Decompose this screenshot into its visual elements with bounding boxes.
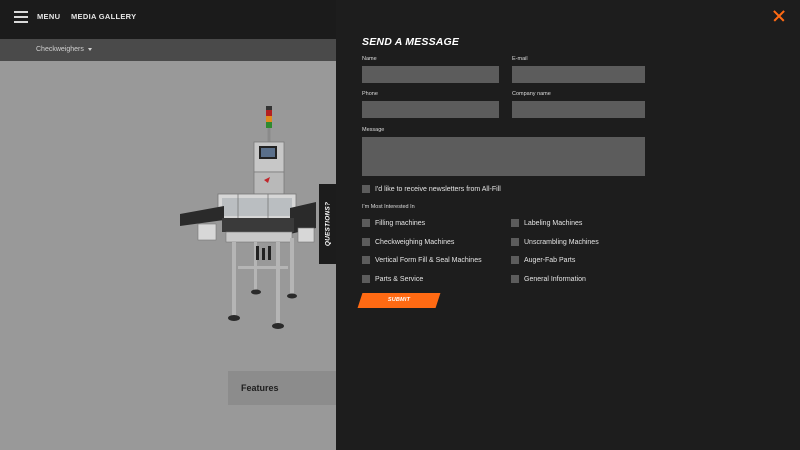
company-name-field[interactable] (512, 101, 645, 118)
interest-option[interactable]: Filling machines (362, 219, 425, 227)
name-field[interactable] (362, 66, 499, 83)
interest-label: General Information (524, 275, 586, 283)
features-section[interactable]: Features (228, 371, 336, 405)
email-field[interactable] (512, 66, 645, 83)
interest-option[interactable]: Parts & Service (362, 275, 423, 283)
questions-tab[interactable]: QUESTIONS? (319, 184, 336, 264)
email-label: E-mail (512, 56, 528, 62)
product-viewer: Features QUESTIONS? (0, 61, 336, 450)
menu-link[interactable]: MENU (37, 12, 60, 21)
form-title: SEND A MESSAGE (362, 36, 460, 48)
product-category-dropdown[interactable]: Checkweighers (36, 46, 92, 53)
close-icon[interactable] (773, 10, 785, 22)
interest-option[interactable]: Vertical Form Fill & Seal Machines (362, 256, 482, 264)
interest-checkbox[interactable] (362, 256, 370, 264)
interest-option[interactable]: Unscrambling Machines (511, 238, 599, 246)
interest-option[interactable]: Checkweighing Machines (362, 238, 454, 246)
interest-label: Parts & Service (375, 275, 424, 283)
newsletter-checkbox-row[interactable]: I'd like to receive newsletters from All… (362, 185, 501, 193)
interest-option[interactable]: General Information (511, 275, 586, 283)
product-selector-bar: Checkweighers (0, 39, 336, 61)
interest-label: Unscrambling Machines (524, 238, 599, 246)
interest-label: Labeling Machines (524, 219, 583, 227)
media-gallery-link[interactable]: MEDIA GALLERY (71, 12, 136, 21)
message-field[interactable] (362, 137, 645, 176)
interest-label: Checkweighing Machines (375, 238, 455, 246)
interest-label: Auger-Fab Parts (524, 256, 576, 264)
name-label: Name (362, 56, 377, 62)
interest-checkbox[interactable] (511, 256, 519, 264)
features-heading: Features (241, 383, 279, 393)
interest-checkbox[interactable] (362, 238, 370, 246)
questions-tab-label: QUESTIONS? (324, 201, 331, 247)
submit-button[interactable]: SUBMIT (357, 293, 441, 308)
newsletter-checkbox[interactable] (362, 185, 370, 193)
product-category-label: Checkweighers (36, 46, 84, 53)
interest-label: Vertical Form Fill & Seal Machines (375, 256, 482, 264)
interest-option[interactable]: Auger-Fab Parts (511, 256, 575, 264)
phone-label: Phone (362, 91, 378, 97)
interest-checkbox[interactable] (511, 219, 519, 227)
message-form-panel: SEND A MESSAGE Name E-mail Phone Company… (336, 0, 800, 450)
hamburger-icon[interactable] (14, 11, 28, 23)
phone-field[interactable] (362, 101, 499, 118)
company-name-label: Company name (512, 91, 551, 97)
newsletter-label: I'd like to receive newsletters from All… (375, 185, 501, 193)
interest-checkbox[interactable] (362, 275, 370, 283)
checkweigher-machine-image (180, 106, 316, 329)
interest-checkbox[interactable] (362, 219, 370, 227)
message-label: Message (362, 127, 385, 133)
top-bar: MENU MEDIA GALLERY (0, 0, 336, 39)
interest-option[interactable]: Labeling Machines (511, 219, 582, 227)
submit-button-label: SUBMIT (387, 297, 411, 303)
interest-checkbox[interactable] (511, 275, 519, 283)
interest-checkbox[interactable] (511, 238, 519, 246)
chevron-down-icon (87, 47, 92, 51)
interests-heading: I'm Most Interested In (362, 204, 415, 210)
interest-label: Filling machines (375, 219, 426, 227)
